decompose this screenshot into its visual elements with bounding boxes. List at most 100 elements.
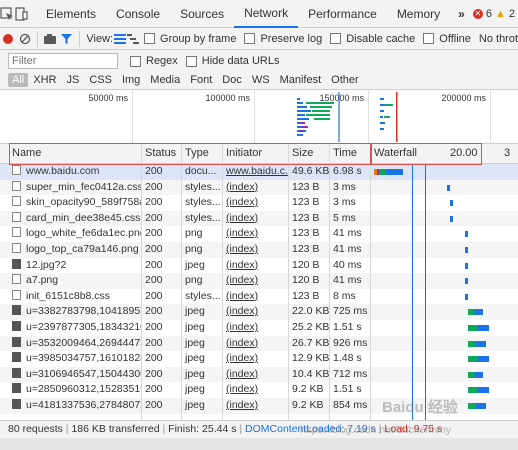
column-header-size[interactable]: Size (288, 144, 329, 163)
table-row[interactable]: logo_white_fe6da1ec.png 200 png (index) 123 … (0, 226, 518, 242)
tab-memory[interactable]: Memory (387, 0, 450, 28)
table-row[interactable]: super_min_fec0412a.css 200 styles... (index… (0, 179, 518, 196)
cell-size: 9.2 KB (288, 398, 329, 414)
tab-performance[interactable]: Performance (298, 0, 387, 28)
cell-time-text: 1.51 s (333, 383, 362, 396)
type-filter-other[interactable]: Other (326, 74, 364, 86)
image-file-icon (12, 321, 21, 331)
cell-name-text: card_min_dee38e45.css (26, 211, 141, 224)
filter-funnel-icon[interactable] (58, 29, 74, 49)
cell-initiator[interactable]: www.baidu.c... (222, 164, 288, 180)
regex-checkbox[interactable]: Regex (130, 55, 178, 67)
cell-status-text: 200 (145, 165, 163, 177)
cell-initiator[interactable]: (index) (222, 226, 288, 242)
cell-time-text: 712 ms (333, 367, 368, 380)
disable-cache-checkbox[interactable]: Disable cache (330, 33, 415, 45)
tab-network[interactable]: Network (234, 0, 299, 28)
overview-activity-graph (297, 92, 398, 142)
tab-sources[interactable]: Sources (170, 0, 234, 28)
throttling-select[interactable]: No throt (479, 33, 518, 45)
cell-initiator[interactable]: (index) (222, 195, 288, 211)
cell-initiator[interactable]: (index) (222, 289, 288, 305)
type-filter-manifest[interactable]: Manifest (275, 74, 327, 86)
cell-initiator[interactable]: (index) (222, 273, 288, 289)
cell-time-text: 854 ms (333, 399, 368, 411)
column-header-initiator[interactable]: Initiator (222, 144, 288, 163)
type-filter-xhr[interactable]: XHR (28, 74, 61, 86)
cell-size: 25.2 KB (288, 320, 329, 336)
hide-data-urls-checkbox[interactable]: Hide data URLs (185, 55, 279, 67)
cell-initiator[interactable]: (index) (222, 180, 288, 196)
table-row[interactable]: 12.jpg?2 200 jpeg (index) 120 B 40 ms (0, 258, 518, 274)
cell-status-text: 200 (145, 258, 163, 271)
type-filter-img[interactable]: Img (117, 74, 145, 86)
cell-name: u=3985034757,161018282... (8, 351, 142, 367)
column-header-status[interactable]: Status (141, 144, 182, 163)
cell-initiator[interactable]: (index) (222, 211, 288, 227)
cell-initiator[interactable]: (index) (222, 304, 288, 320)
cell-size-text: 123 B (292, 227, 320, 240)
screenshot-camera-icon[interactable] (42, 29, 58, 49)
group-by-frame-checkbox[interactable]: Group by frame (144, 33, 236, 45)
cell-initiator[interactable]: (index) (222, 320, 288, 336)
offline-checkbox[interactable]: Offline (423, 33, 471, 45)
table-row[interactable]: card_min_dee38e45.css 200 styles... (index)… (0, 210, 518, 227)
table-row[interactable]: a7.png 200 png (index) 120 B 41 ms (0, 273, 518, 289)
cell-size-text: 123 B (292, 289, 320, 302)
cell-initiator[interactable]: (index) (222, 258, 288, 274)
filter-input[interactable] (8, 53, 118, 69)
type-filter-doc[interactable]: Doc (217, 74, 247, 86)
large-rows-icon[interactable] (113, 29, 126, 49)
overview-waterfall-icon[interactable] (127, 29, 140, 49)
type-filter-all[interactable]: All (8, 72, 29, 87)
image-file-icon (12, 352, 21, 363)
cell-initiator[interactable]: (index) (222, 382, 288, 398)
cell-time-text: 3 ms (333, 180, 356, 193)
column-header-waterfall[interactable]: Waterfall (370, 144, 440, 163)
tab-console[interactable]: Console (106, 0, 170, 28)
cell-type-text: png (185, 227, 203, 240)
cell-time: 926 ms (329, 336, 370, 352)
table-row[interactable]: u=3532009464,269444732...200 jpeg (index) 2… (0, 335, 518, 352)
preserve-log-checkbox[interactable]: Preserve log (244, 33, 322, 45)
type-filter-js[interactable]: JS (61, 74, 84, 86)
clear-icon[interactable] (16, 29, 32, 49)
more-tabs-button[interactable]: » (450, 0, 473, 28)
transferred-size: 186 KB transferred (71, 423, 160, 435)
record-icon[interactable] (0, 29, 16, 49)
column-header-name[interactable]: Name (8, 144, 142, 163)
table-row[interactable]: u=2397877305,183432100...200 jpeg (index) 2… (0, 320, 518, 336)
cell-initiator[interactable]: (index) (222, 242, 288, 258)
cell-initiator[interactable]: (index) (222, 367, 288, 383)
device-toolbar-icon[interactable] (14, 4, 28, 24)
cell-initiator[interactable]: (index) (222, 351, 288, 367)
table-row[interactable]: u=3382783798,104189575...200 jpeg (index) 2… (0, 304, 518, 320)
column-header-type[interactable]: Type (181, 144, 222, 163)
cell-initiator[interactable]: (index) (222, 398, 288, 414)
cell-initiator[interactable]: (index) (222, 336, 288, 352)
table-row[interactable]: init_6151c8b8.css 200 styles... (index) 123 … (0, 289, 518, 305)
cell-size-text: 12.9 KB (292, 352, 329, 365)
tab-elements[interactable]: Elements (36, 0, 106, 28)
error-icon: ✕ (472, 8, 483, 19)
type-filter-css[interactable]: CSS (84, 74, 117, 86)
cell-status: 200 (141, 336, 182, 352)
type-filter-font[interactable]: Font (185, 74, 217, 86)
table-row[interactable]: skin_opacity90_589f758a.css200 styles... (… (0, 195, 518, 211)
cell-type-text: styles... (185, 196, 221, 209)
table-row[interactable]: www.baidu.com 200 docu... www.baidu.c... 49.… (0, 164, 518, 180)
table-row[interactable]: u=3985034757,161018282...200 jpeg (index) 1… (0, 351, 518, 367)
cell-name: u=3532009464,269444732... (8, 336, 142, 352)
cell-size-text: 9.2 KB (292, 399, 324, 411)
table-row[interactable]: logo_top_ca79a146.png 200 png (index) 123 B 4… (0, 242, 518, 258)
column-header-time[interactable]: Time (329, 144, 370, 163)
inspect-element-icon[interactable] (0, 4, 14, 24)
type-filter-media[interactable]: Media (145, 74, 185, 86)
network-overview-timeline[interactable]: 50000 ms 100000 ms 150000 ms 200000 ms (0, 90, 518, 144)
type-filter-ws[interactable]: WS (247, 74, 275, 86)
image-file-icon (12, 305, 21, 316)
document-file-icon (12, 227, 21, 238)
table-row[interactable]: u=3106946547,150443064...200 jpeg (index) 1… (0, 366, 518, 383)
cell-status: 200 (141, 304, 182, 320)
issue-counters[interactable]: ✕ 6 ▲ 2 ⋮ (472, 7, 518, 20)
